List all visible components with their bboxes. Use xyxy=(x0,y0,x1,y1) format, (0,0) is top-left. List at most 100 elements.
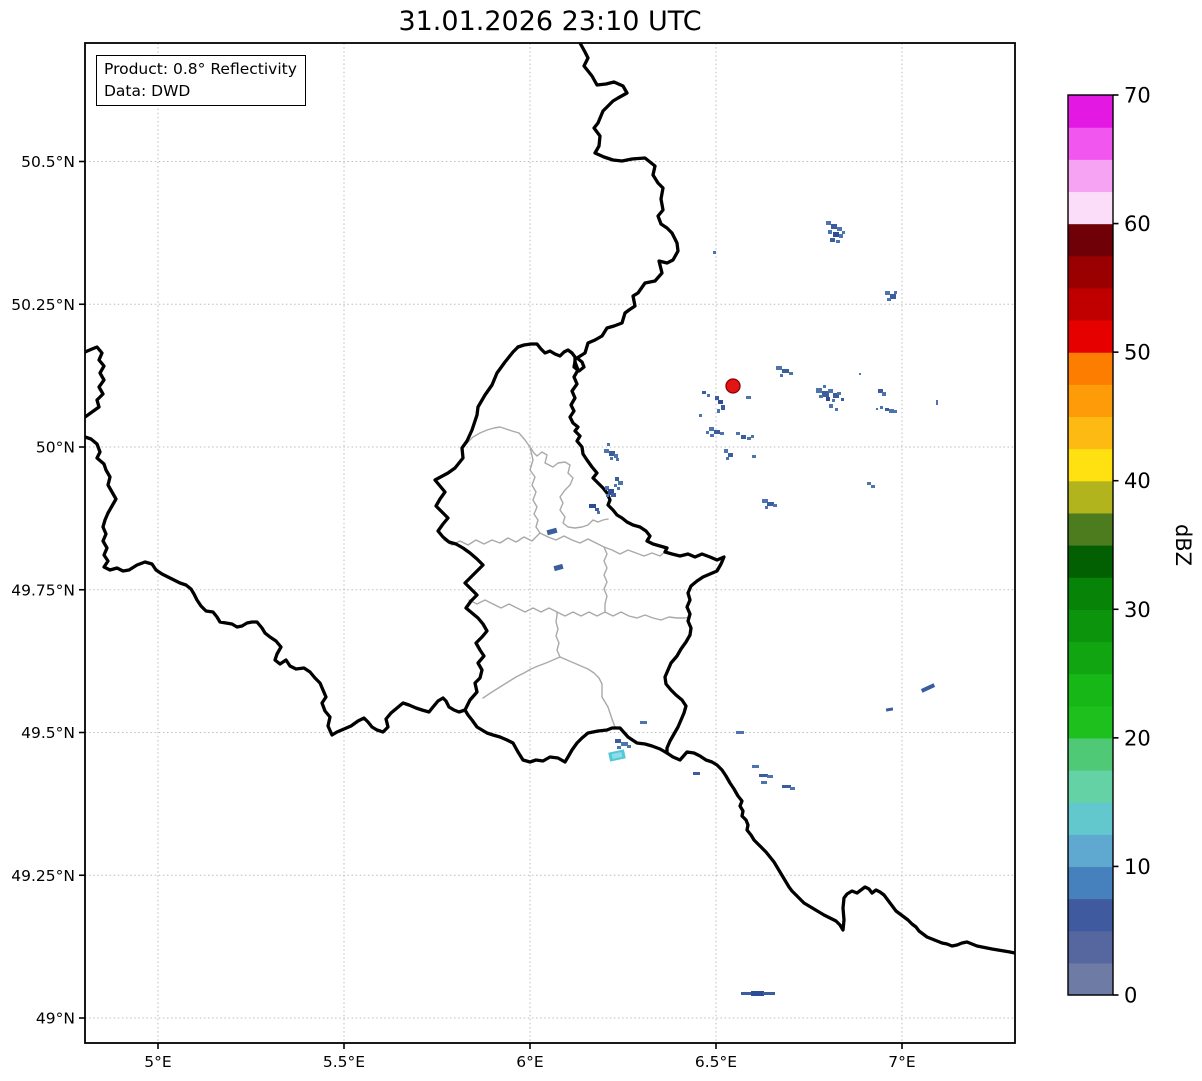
radar-echo xyxy=(828,230,832,234)
radar-echo xyxy=(831,224,837,229)
radar-echo xyxy=(790,787,795,790)
colorbar-segment xyxy=(1068,802,1113,835)
radar-echo xyxy=(618,481,623,485)
colorbar-axis-label: dBZ xyxy=(1171,524,1195,566)
radar-echo xyxy=(617,746,621,749)
radar-echo xyxy=(699,414,702,417)
grid-lines xyxy=(85,43,1015,1043)
colorbar-segment xyxy=(1068,416,1113,450)
radar-echo xyxy=(747,437,751,440)
radar-echo xyxy=(826,397,830,401)
admin-border-path xyxy=(603,546,608,613)
colorbar-segment xyxy=(1068,834,1113,868)
radar-echo xyxy=(595,508,599,511)
radar-echo xyxy=(773,504,777,507)
radar-echo xyxy=(597,511,600,514)
radar-echo xyxy=(746,396,751,399)
admin-border-path xyxy=(555,611,561,658)
radar-echo xyxy=(702,391,706,394)
y-tick-label: 50.5°N xyxy=(21,153,75,171)
radar-echo xyxy=(546,527,558,536)
colorbar-tick-label: 10 xyxy=(1124,855,1151,879)
admin-border-path xyxy=(443,532,667,557)
colorbar-segment xyxy=(1068,770,1113,803)
radar-echo xyxy=(614,454,618,458)
radar-echo xyxy=(751,991,764,996)
radar-echo xyxy=(717,409,720,413)
radar-echo xyxy=(728,453,733,457)
colorbar-segment xyxy=(1068,127,1113,160)
radar-echo xyxy=(828,389,833,393)
radar-echo xyxy=(621,742,628,746)
radar-echo xyxy=(885,291,890,295)
radar-echo xyxy=(871,485,875,488)
radar-echo xyxy=(693,772,700,775)
radar-echo xyxy=(882,392,886,396)
radar-echo xyxy=(867,482,871,485)
y-tick-label: 49.25°N xyxy=(11,867,75,885)
country-border-path xyxy=(85,435,467,737)
colorbar-segment xyxy=(1068,320,1113,353)
colorbar-segment xyxy=(1068,384,1113,418)
country-border-path xyxy=(85,345,106,419)
colorbar-segment xyxy=(1068,866,1113,900)
colorbar-segment xyxy=(1068,577,1113,610)
radar-echo xyxy=(606,494,609,497)
radar-echo xyxy=(736,432,740,435)
radar-echo xyxy=(767,502,774,506)
radar-echo xyxy=(765,506,768,509)
radar-echo xyxy=(736,731,744,734)
radar-echo xyxy=(706,431,709,434)
radar-echo xyxy=(833,232,839,237)
colorbar-segment xyxy=(1068,448,1113,482)
radar-echo xyxy=(776,366,782,370)
colorbar-segment xyxy=(1068,609,1113,643)
radar-echo xyxy=(617,487,620,490)
colorbar-segment xyxy=(1068,159,1113,193)
radar-echo xyxy=(616,458,619,461)
radar-echo xyxy=(889,409,894,413)
radar-echo xyxy=(789,372,793,375)
colorbar-segment xyxy=(1068,898,1113,932)
radar-echo xyxy=(826,221,831,225)
radar-echo xyxy=(835,408,838,411)
radar-echo xyxy=(707,394,710,397)
radar-echo xyxy=(767,775,773,778)
colorbar-tick-label: 50 xyxy=(1124,341,1151,365)
radar-echo xyxy=(836,240,840,243)
colorbar-tick-label: 30 xyxy=(1124,598,1151,622)
radar-echo xyxy=(839,234,843,238)
y-tick-label: 50.25°N xyxy=(11,296,75,314)
radar-echo xyxy=(726,457,729,460)
colorbar-tick-label: 70 xyxy=(1124,84,1151,108)
radar-echo xyxy=(837,227,842,231)
admin-border-path xyxy=(482,656,616,728)
radar-echo xyxy=(614,484,617,487)
radar-echo xyxy=(936,400,938,405)
radar-echo xyxy=(887,298,891,301)
radar-echo xyxy=(782,785,791,788)
radar-echo xyxy=(880,406,883,409)
colorbar-segment xyxy=(1068,512,1113,546)
map-frame xyxy=(84,42,1016,1044)
radar-echo xyxy=(611,493,616,497)
radar-echo xyxy=(832,399,835,402)
colorbar-tick-label: 40 xyxy=(1124,469,1151,493)
radar-echo xyxy=(713,251,716,254)
colorbar-segment xyxy=(1068,191,1113,225)
colorbar-segment xyxy=(1068,223,1113,257)
radar-echo xyxy=(589,504,596,508)
colorbar-tick-label: 60 xyxy=(1124,212,1151,236)
map-layers xyxy=(85,43,1015,996)
radar-echo xyxy=(822,391,829,397)
radar-echo xyxy=(894,291,897,294)
radar-figure: 31.01.2026 23:10 UTC Product: 0.8° Refle… xyxy=(0,0,1202,1081)
country-border-path xyxy=(463,708,669,764)
colorbar-segment xyxy=(1068,930,1113,964)
radar-echo xyxy=(830,238,835,242)
x-tick-label: 6°E xyxy=(516,1053,543,1071)
radar-echo xyxy=(920,683,936,693)
radar-echo xyxy=(759,774,768,777)
radar-echo xyxy=(837,392,841,395)
colorbar-segment xyxy=(1068,673,1113,707)
